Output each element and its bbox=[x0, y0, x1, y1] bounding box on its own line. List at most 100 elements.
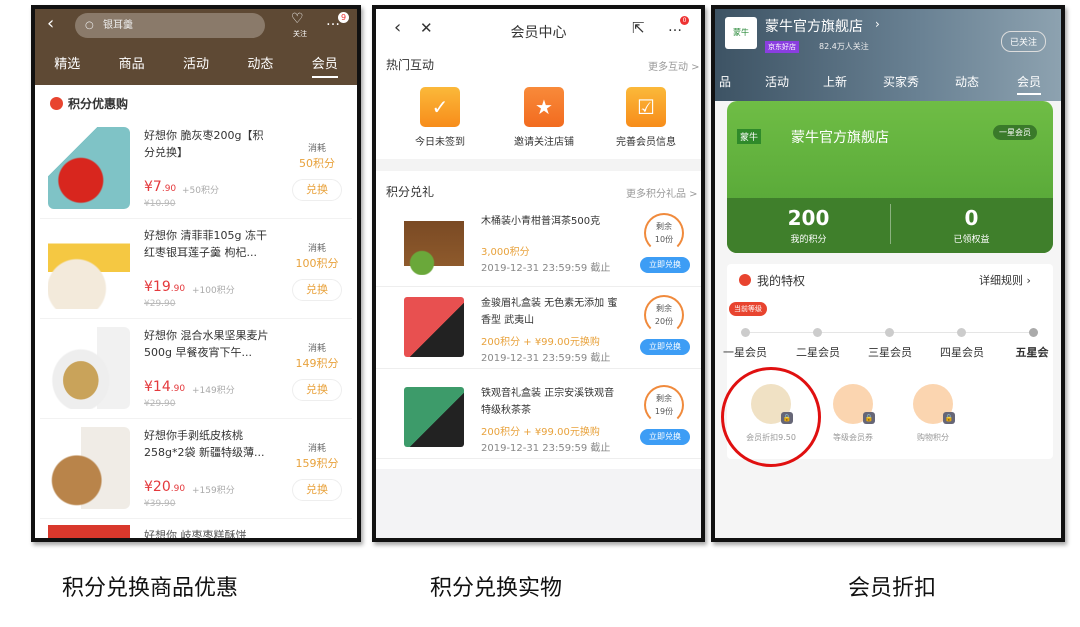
highlight-circle bbox=[721, 367, 821, 467]
redeem-button[interactable]: 立即兑换 bbox=[640, 429, 690, 445]
product-name: 好想你 混合水果坚果麦片500g 早餐夜宵下午... bbox=[144, 329, 269, 359]
phone-points-discount: ‹ ○ 银耳羹 ♡ 关注 … 9 精选 商品 活动 动态 会员 积分优惠购 好想你… bbox=[31, 5, 361, 542]
form-check-icon[interactable]: ☑ bbox=[626, 87, 666, 127]
card-store-name: 蒙牛官方旗舰店 bbox=[791, 130, 889, 146]
followed-button[interactable]: 已关注 bbox=[1001, 31, 1047, 52]
gift-points: 3,000积分 bbox=[481, 247, 530, 258]
member-card: 蒙牛 蒙牛官方旗舰店 一星会员 200 我的积分 0 已领权益 bbox=[727, 101, 1053, 253]
gift-image bbox=[404, 387, 464, 447]
invite-label[interactable]: 邀请关注店铺 bbox=[499, 133, 589, 148]
tab-member[interactable]: 会员 bbox=[1017, 73, 1042, 95]
product-item[interactable]: 好想你 混合水果坚果麦片500g 早餐夜宵下午... ¥14.90 +149积分… bbox=[40, 319, 352, 419]
product-price: ¥7.90 bbox=[144, 179, 177, 195]
level-dot bbox=[813, 328, 822, 337]
card-logo: 蒙牛 bbox=[737, 129, 762, 144]
more-gifts-link[interactable]: 更多积分礼品 > bbox=[626, 185, 698, 200]
product-item[interactable]: 好想你 脆灰枣200g【积分兑换】 ¥7.90 +50积分 ¥10.90 消耗 … bbox=[40, 119, 352, 219]
exchange-button[interactable]: 兑换 bbox=[292, 479, 342, 501]
gift-deadline: 2019-12-31 23:59:59 截止 bbox=[481, 443, 611, 454]
product-image bbox=[48, 525, 130, 538]
gift-item[interactable]: 木桶装小青柑普洱茶500克 3,000积分 2019-12-31 23:59:5… bbox=[376, 207, 701, 287]
store-badge: 京东好店 bbox=[765, 41, 799, 53]
product-price: ¥19.90 bbox=[144, 279, 186, 295]
cost-label: 消耗 bbox=[307, 344, 326, 354]
lock-icon: 🔒 bbox=[863, 412, 875, 424]
hot-interactions-title: 热门互动 bbox=[386, 58, 435, 72]
exchange-button[interactable]: 兑换 bbox=[292, 379, 342, 401]
heart-icon[interactable]: ♡ bbox=[291, 11, 304, 27]
divider bbox=[376, 159, 701, 171]
calendar-check-icon[interactable]: ✓ bbox=[420, 87, 460, 127]
search-input[interactable]: ○ 银耳羹 bbox=[75, 13, 265, 38]
level-label[interactable]: 二星会员 bbox=[783, 344, 853, 360]
gift-image bbox=[404, 215, 464, 275]
tab-news[interactable]: 动态 bbox=[955, 73, 979, 90]
store-header: ‹ ○ 银耳羹 ♡ 关注 … 9 精选 商品 活动 动态 会员 bbox=[35, 9, 357, 85]
remaining-ring: 剩余 10份 bbox=[644, 213, 684, 253]
tab-new[interactable]: 上新 bbox=[823, 73, 847, 90]
points-label[interactable]: 我的积分 bbox=[727, 232, 890, 245]
current-level-tag: 当前等级 bbox=[729, 302, 767, 316]
level-label[interactable]: 一星会员 bbox=[715, 344, 780, 360]
gift-points: 200积分 + ¥99.00元换购 bbox=[481, 337, 600, 348]
tab-products[interactable]: 品 bbox=[719, 73, 731, 90]
points-value: 200 bbox=[787, 206, 830, 230]
points-addon: +100积分 bbox=[192, 286, 235, 296]
phone-member-discount: 蒙牛 蒙牛官方旗舰店 › 京东好店 82.4万人关注 已关注 品 活动 上新 买… bbox=[711, 5, 1065, 542]
level-label[interactable]: 四星会员 bbox=[927, 344, 997, 360]
exchange-button[interactable]: 兑换 bbox=[292, 279, 342, 301]
cost-label: 消耗 bbox=[307, 244, 326, 254]
store-tabs: 精选 商品 活动 动态 会员 bbox=[35, 53, 357, 78]
chevron-right-icon[interactable]: › bbox=[875, 17, 880, 31]
product-item[interactable]: 好想你 清菲菲105g 冻干红枣银耳莲子羹 枸杞... ¥19.90 +100积… bbox=[40, 219, 352, 319]
product-image bbox=[48, 227, 130, 309]
original-price: ¥10.90 bbox=[144, 199, 176, 209]
product-item[interactable]: 好想你手剥纸皮核桃258g*2袋 新疆特级薄... ¥20.90 +159积分 … bbox=[40, 419, 352, 519]
card-stats: 200 我的积分 0 已领权益 bbox=[727, 198, 1053, 253]
exchange-button[interactable]: 兑换 bbox=[292, 179, 342, 201]
remaining-ring: 剩余 19份 bbox=[644, 385, 684, 425]
gift-name: 金骏眉礼盒装 无色素无添加 蜜香型 武夷山 bbox=[481, 298, 618, 326]
search-icon: ○ bbox=[85, 20, 94, 31]
gift-name: 木桶装小青柑普洱茶500克 bbox=[481, 216, 601, 227]
level-badge: 一星会员 bbox=[993, 125, 1037, 140]
redeem-button[interactable]: 立即兑换 bbox=[640, 257, 690, 273]
gift-points: 200积分 + ¥99.00元换购 bbox=[481, 427, 600, 438]
search-value: 银耳羹 bbox=[103, 20, 133, 31]
shield-icon bbox=[739, 274, 751, 286]
rules-link[interactable]: 详细规则 › bbox=[979, 272, 1031, 288]
tab-news[interactable]: 动态 bbox=[247, 53, 273, 78]
gift-deadline: 2019-12-31 23:59:59 截止 bbox=[481, 263, 611, 274]
tab-events[interactable]: 活动 bbox=[765, 73, 789, 90]
notification-badge: 0 bbox=[680, 16, 689, 25]
section-title: 积分优惠购 bbox=[68, 97, 129, 111]
more-interactions-link[interactable]: 更多互动 > bbox=[648, 58, 700, 73]
user-star-icon[interactable]: ★ bbox=[524, 87, 564, 127]
back-icon[interactable]: ‹ bbox=[47, 13, 54, 34]
level-label[interactable]: 五星会 bbox=[997, 344, 1061, 360]
follow-label[interactable]: 关注 bbox=[293, 29, 307, 39]
original-price: ¥29.90 bbox=[144, 299, 176, 309]
gift-item[interactable]: 铁观音礼盒装 正宗安溪铁观音 特级秋茶茶 200积分 + ¥99.00元换购 2… bbox=[376, 379, 701, 459]
level-label[interactable]: 三星会员 bbox=[855, 344, 925, 360]
tab-featured[interactable]: 精选 bbox=[54, 53, 80, 78]
level-dot bbox=[957, 328, 966, 337]
share-icon[interactable]: ⇱ bbox=[632, 19, 645, 37]
tab-events[interactable]: 活动 bbox=[183, 53, 209, 78]
points-gifts-title: 积分兑礼 bbox=[386, 185, 435, 199]
tab-products[interactable]: 商品 bbox=[119, 53, 145, 78]
complete-info-label[interactable]: 完善会员信息 bbox=[601, 133, 691, 148]
product-price: ¥20.90 bbox=[144, 479, 186, 495]
tab-buyer-show[interactable]: 买家秀 bbox=[883, 73, 919, 90]
gift-item[interactable]: 金骏眉礼盒装 无色素无添加 蜜香型 武夷山 200积分 + ¥99.00元换购 … bbox=[376, 289, 701, 369]
points-addon: +50积分 bbox=[182, 186, 219, 196]
tab-member[interactable]: 会员 bbox=[311, 53, 338, 78]
redeem-button[interactable]: 立即兑换 bbox=[640, 339, 690, 355]
benefits-label[interactable]: 已领权益 bbox=[890, 232, 1053, 245]
checkin-label[interactable]: 今日未签到 bbox=[395, 133, 485, 148]
store-name[interactable]: 蒙牛官方旗舰店 bbox=[765, 16, 863, 36]
product-name: 好想你手剥纸皮核桃258g*2袋 新疆特级薄... bbox=[144, 429, 265, 459]
follower-count: 82.4万人关注 bbox=[819, 42, 869, 51]
remaining-ring: 剩余 20份 bbox=[644, 295, 684, 335]
cost-value: 159积分 bbox=[295, 457, 339, 470]
